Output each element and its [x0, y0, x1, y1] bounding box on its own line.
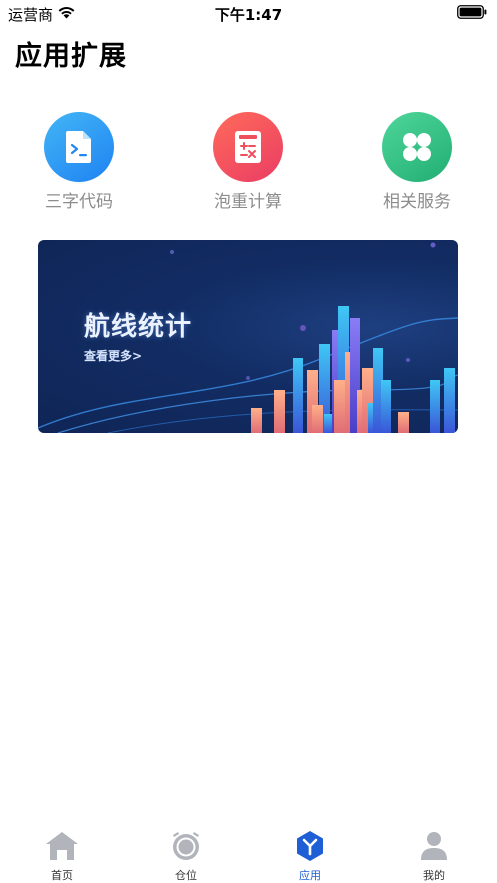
- tab-profile[interactable]: 我的: [389, 830, 479, 883]
- user-icon: [421, 832, 447, 860]
- tab-label: 仓位: [175, 869, 197, 882]
- warehouse-icon: [173, 832, 199, 860]
- tab-label: 我的: [423, 869, 445, 882]
- status-bar: 运营商 下午1:47: [0, 0, 497, 26]
- app-icon-circle: [44, 112, 114, 182]
- app-three-letter-code[interactable]: 三字代码: [24, 112, 134, 212]
- clover-icon: [403, 133, 431, 161]
- apps-icon: [297, 831, 323, 861]
- app-label: 三字代码: [45, 192, 113, 212]
- tab-label: 首页: [51, 869, 73, 882]
- tab-bar: 首页 仓位 应用 我的: [0, 822, 497, 883]
- tab-warehouse[interactable]: 仓位: [141, 830, 231, 883]
- banner-view-more-link[interactable]: 查看更多>: [84, 347, 142, 364]
- battery-icon: [457, 5, 487, 19]
- app-volume-weight[interactable]: 泡重计算: [193, 112, 303, 212]
- route-statistics-banner[interactable]: 航线统计 查看更多>: [38, 240, 458, 433]
- page-title: 应用扩展: [15, 41, 127, 72]
- app-grid: 三字代码 泡重计算 相关服务: [0, 112, 497, 212]
- tab-apps[interactable]: 应用: [265, 830, 355, 883]
- status-time: 下午1:47: [214, 6, 283, 24]
- app-icon-circle: [382, 112, 452, 182]
- calculator-icon: [235, 131, 261, 163]
- tab-home[interactable]: 首页: [17, 830, 107, 883]
- app-related-services[interactable]: 相关服务: [362, 112, 472, 212]
- banner-title: 航线统计: [84, 312, 193, 342]
- app-label: 相关服务: [383, 192, 451, 212]
- chart-bars: [251, 306, 455, 433]
- code-file-icon: [66, 131, 91, 163]
- tab-label: 应用: [299, 869, 321, 882]
- home-icon: [46, 832, 78, 860]
- app-icon-circle: [213, 112, 283, 182]
- app-label: 泡重计算: [214, 192, 282, 212]
